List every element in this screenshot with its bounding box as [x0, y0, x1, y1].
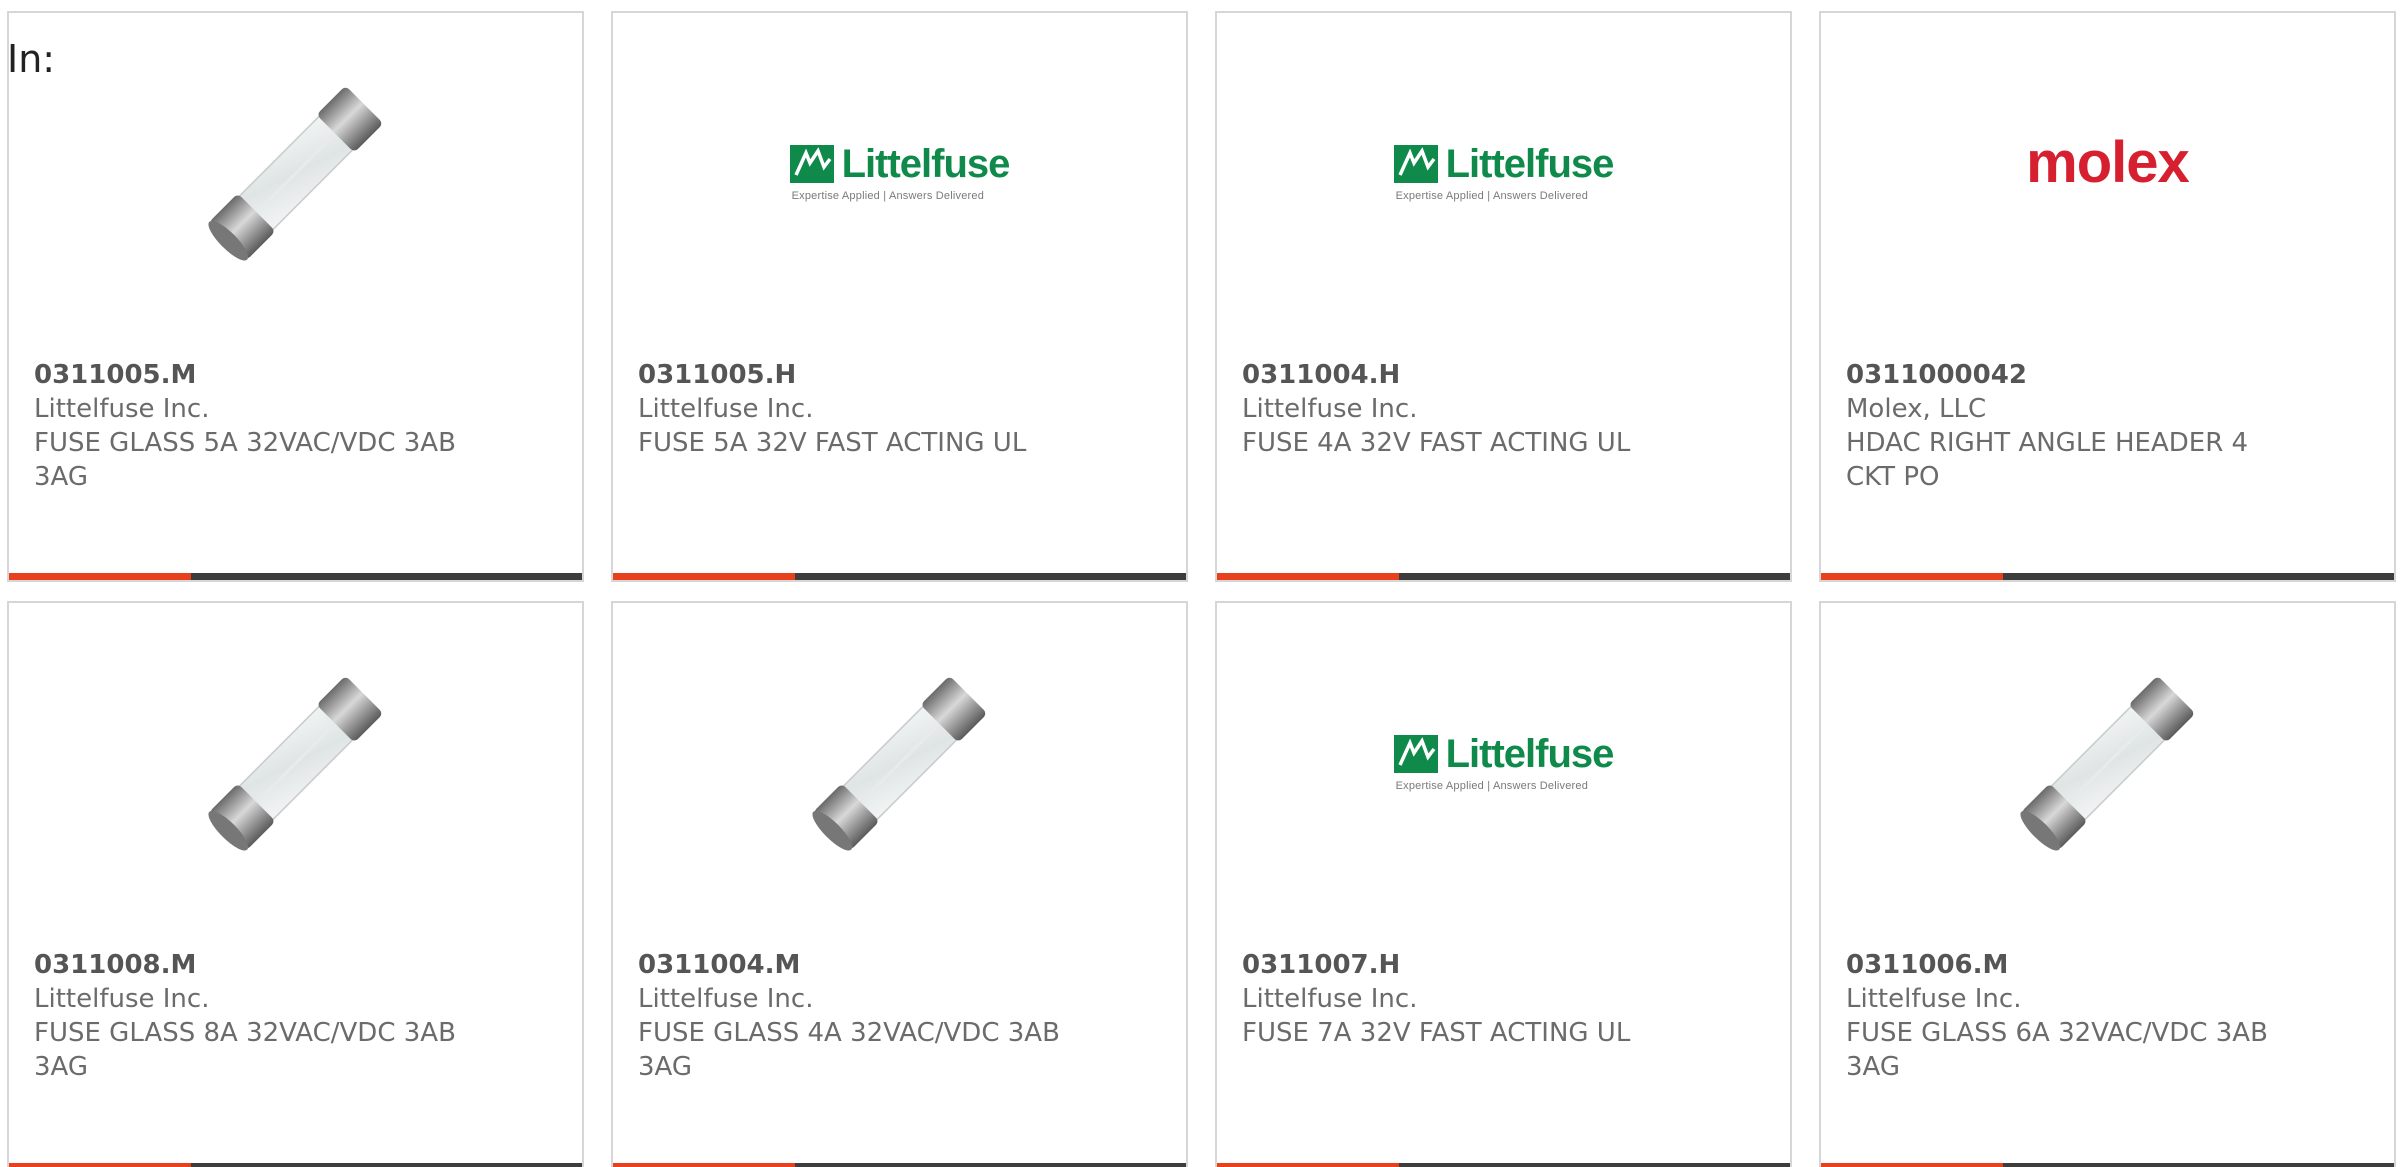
logo-wordmark: Littelfuse	[841, 142, 1011, 186]
card-bottom-bar	[9, 1163, 582, 1167]
product-image[interactable]: molex	[1821, 73, 2394, 273]
part-number[interactable]: 0311005.M	[34, 358, 474, 392]
card-bottom-bar	[1821, 1163, 2394, 1167]
product-image[interactable]: Littelfuse Expertise Applied | Answers D…	[613, 73, 1186, 273]
part-number[interactable]: 0311004.H	[1242, 358, 1682, 392]
card-accent-bar	[1217, 573, 1399, 580]
card-accent-bar	[1217, 1163, 1399, 1167]
description-line-1: FUSE 4A 32V FAST ACTING UL	[1242, 428, 1631, 458]
logo-wordmark: Littelfuse	[1445, 732, 1615, 776]
description-line-2: 3AG	[1846, 1052, 1901, 1082]
manufacturer: Littelfuse Inc.	[1242, 984, 1418, 1014]
card-accent-bar	[9, 573, 191, 580]
product-info: 0311004.M Littelfuse Inc. FUSE GLASS 4A …	[638, 948, 1078, 1084]
molex-logo: molex	[2026, 134, 2190, 192]
littelfuse-mark-icon	[1393, 735, 1438, 773]
description-line-1: FUSE GLASS 6A 32VAC/VDC 3AB	[1846, 1018, 2268, 1048]
product-card[interactable]: Littelfuse Expertise Applied | Answers D…	[1215, 601, 1792, 1167]
description-line-2: 3AG	[34, 1052, 89, 1082]
product-info: 0311005.H Littelfuse Inc. FUSE 5A 32V FA…	[638, 358, 1078, 460]
description-line-1: FUSE GLASS 8A 32VAC/VDC 3AB	[34, 1018, 456, 1048]
card-bottom-bar	[9, 573, 582, 580]
littelfuse-logo: Littelfuse Expertise Applied | Answers D…	[789, 142, 1011, 202]
manufacturer: Littelfuse Inc.	[638, 984, 814, 1014]
littelfuse-mark-icon	[789, 145, 834, 183]
logo-tagline: Expertise Applied | Answers Delivered	[1395, 190, 1589, 202]
logo-wordmark: Littelfuse	[1445, 142, 1615, 186]
product-image[interactable]: Littelfuse Expertise Applied | Answers D…	[1217, 663, 1790, 863]
card-bottom-bar	[613, 1163, 1186, 1167]
manufacturer: Littelfuse Inc.	[34, 984, 210, 1014]
glass-fuse-image	[811, 677, 985, 851]
product-card[interactable]: molex 0311000042 Molex, LLC HDAC RIGHT A…	[1819, 11, 2396, 582]
description-line-2: 3AG	[638, 1052, 693, 1082]
manufacturer: Littelfuse Inc.	[638, 394, 814, 424]
card-accent-bar	[613, 1163, 795, 1167]
description-line-2: 3AG	[34, 462, 89, 492]
card-bottom-bar	[1217, 573, 1790, 580]
manufacturer: Littelfuse Inc.	[34, 394, 210, 424]
card-accent-bar	[1821, 1163, 2003, 1167]
card-accent-bar	[9, 1163, 191, 1167]
glass-fuse-image	[2019, 677, 2193, 851]
product-card[interactable]: 0311006.M Littelfuse Inc. FUSE GLASS 6A …	[1819, 601, 2396, 1167]
product-card[interactable]: 0311004.M Littelfuse Inc. FUSE GLASS 4A …	[611, 601, 1188, 1167]
product-card[interactable]: 0311008.M Littelfuse Inc. FUSE GLASS 8A …	[7, 601, 584, 1167]
description-line-1: FUSE 5A 32V FAST ACTING UL	[638, 428, 1027, 458]
glass-fuse-image	[207, 677, 381, 851]
product-info: 0311000042 Molex, LLC HDAC RIGHT ANGLE H…	[1846, 358, 2286, 494]
logo-tagline: Expertise Applied | Answers Delivered	[791, 190, 985, 202]
product-image[interactable]	[9, 73, 582, 273]
part-number[interactable]: 0311006.M	[1846, 948, 2286, 982]
product-info: 0311007.H Littelfuse Inc. FUSE 7A 32V FA…	[1242, 948, 1682, 1050]
product-info: 0311008.M Littelfuse Inc. FUSE GLASS 8A …	[34, 948, 474, 1084]
littelfuse-logo: Littelfuse Expertise Applied | Answers D…	[1393, 732, 1615, 792]
card-bottom-bar	[1821, 573, 2394, 580]
logo-wordmark: molex	[2026, 130, 2190, 195]
manufacturer: Littelfuse Inc.	[1846, 984, 2022, 1014]
part-number[interactable]: 0311004.M	[638, 948, 1078, 982]
product-image[interactable]	[9, 663, 582, 863]
manufacturer: Littelfuse Inc.	[1242, 394, 1418, 424]
card-accent-bar	[613, 573, 795, 580]
description-line-1: FUSE GLASS 5A 32VAC/VDC 3AB	[34, 428, 456, 458]
product-image[interactable]	[613, 663, 1186, 863]
product-image[interactable]: Littelfuse Expertise Applied | Answers D…	[1217, 73, 1790, 273]
card-bottom-bar	[613, 573, 1186, 580]
part-number[interactable]: 0311000042	[1846, 358, 2286, 392]
description-line-1: FUSE GLASS 4A 32VAC/VDC 3AB	[638, 1018, 1060, 1048]
description-line-2: CKT PO	[1846, 462, 1940, 492]
card-bottom-bar	[1217, 1163, 1790, 1167]
product-info: 0311006.M Littelfuse Inc. FUSE GLASS 6A …	[1846, 948, 2286, 1084]
part-number[interactable]: 0311005.H	[638, 358, 1078, 392]
product-card[interactable]: 0311005.M Littelfuse Inc. FUSE GLASS 5A …	[7, 11, 584, 582]
card-accent-bar	[1821, 573, 2003, 580]
part-number[interactable]: 0311007.H	[1242, 948, 1682, 982]
part-number[interactable]: 0311008.M	[34, 948, 474, 982]
product-image[interactable]	[1821, 663, 2394, 863]
description-line-1: FUSE 7A 32V FAST ACTING UL	[1242, 1018, 1631, 1048]
product-grid-page: In: 0311005.M Littelfuse Inc. FUSE GLASS…	[0, 0, 2400, 1167]
description-line-1: HDAC RIGHT ANGLE HEADER 4	[1846, 428, 2249, 458]
manufacturer: Molex, LLC	[1846, 394, 1987, 424]
product-info: 0311004.H Littelfuse Inc. FUSE 4A 32V FA…	[1242, 358, 1682, 460]
product-info: 0311005.M Littelfuse Inc. FUSE GLASS 5A …	[34, 358, 474, 494]
logo-tagline: Expertise Applied | Answers Delivered	[1395, 780, 1589, 792]
littelfuse-mark-icon	[1393, 145, 1438, 183]
littelfuse-logo: Littelfuse Expertise Applied | Answers D…	[1393, 142, 1615, 202]
in-label: In:	[7, 37, 56, 81]
glass-fuse-image	[207, 87, 381, 261]
product-card[interactable]: Littelfuse Expertise Applied | Answers D…	[1215, 11, 1792, 582]
product-card[interactable]: Littelfuse Expertise Applied | Answers D…	[611, 11, 1188, 582]
